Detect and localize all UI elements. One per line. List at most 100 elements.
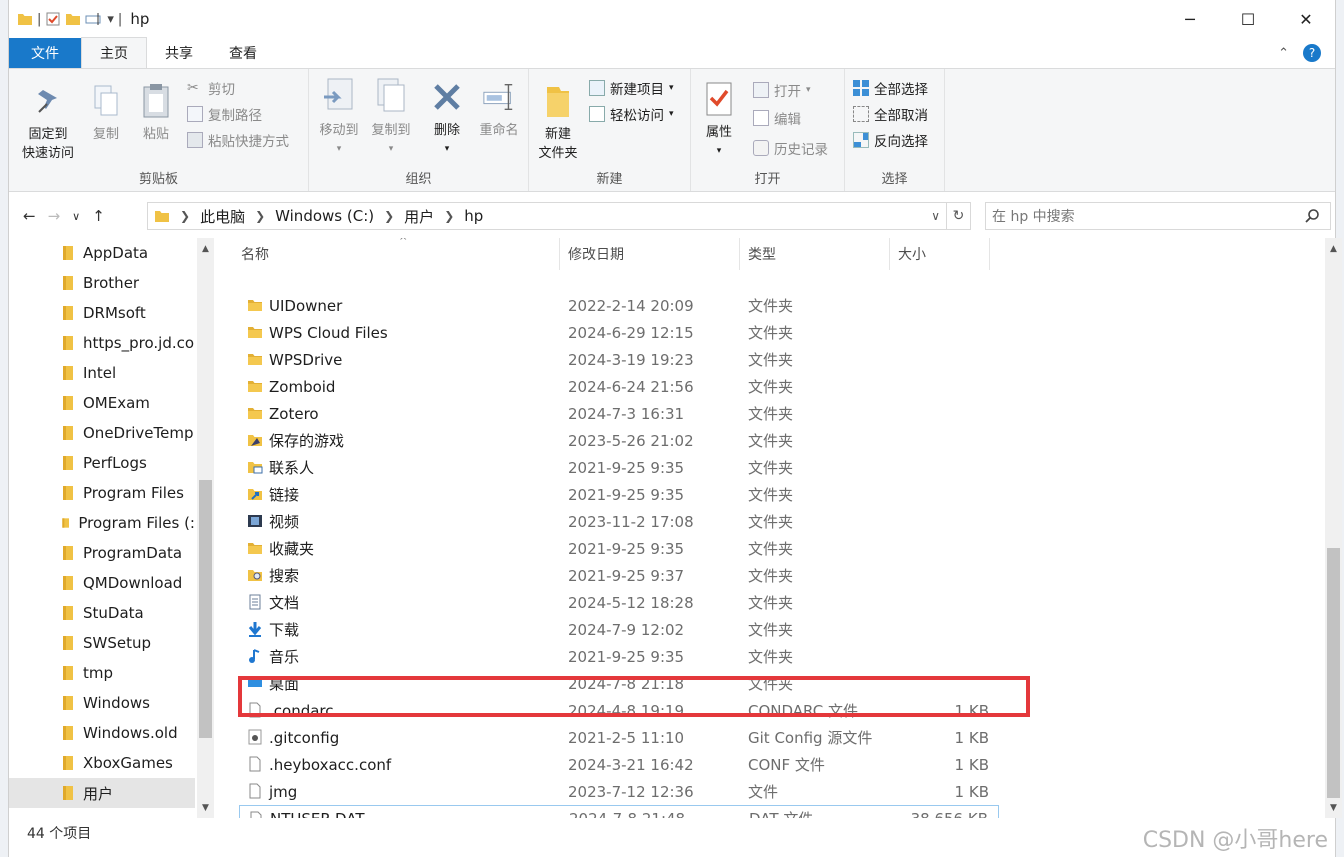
file-row[interactable]: WPS Cloud Files 2024-6-29 12:15 文件夹	[239, 319, 999, 346]
file-row[interactable]: 搜索 2021-9-25 9:37 文件夹	[239, 562, 999, 589]
breadcrumb-this-pc[interactable]: 此电脑	[200, 206, 245, 227]
select-none-button[interactable]: 全部取消	[853, 103, 928, 125]
file-row[interactable]: 联系人 2021-9-25 9:35 文件夹	[239, 454, 999, 481]
scroll-down-icon[interactable]: ▼	[197, 799, 214, 816]
column-divider[interactable]	[559, 238, 560, 270]
file-row[interactable]: 下载 2024-7-9 12:02 文件夹	[239, 616, 999, 643]
copy-to-button[interactable]: 复制到 ▾	[365, 77, 417, 159]
qa-dropdown-icon[interactable]: ▾	[107, 12, 114, 27]
cut-button[interactable]: ✂ 剪切	[187, 77, 235, 99]
move-to-button[interactable]: 移动到 ▾	[313, 77, 365, 159]
tab-file[interactable]: 文件	[9, 38, 81, 68]
breadcrumb-separator[interactable]: ❯	[384, 209, 394, 223]
back-arrow-icon[interactable]: ←	[23, 207, 36, 225]
invert-selection-button[interactable]: 反向选择	[853, 129, 928, 151]
file-row[interactable]: Zotero 2024-7-3 16:31 文件夹	[239, 400, 999, 427]
new-folder-icon[interactable]	[65, 11, 81, 27]
breadcrumb-hp[interactable]: hp	[464, 207, 483, 225]
edit-button[interactable]: 编辑	[753, 107, 801, 129]
scroll-down-icon[interactable]: ▼	[1325, 799, 1342, 816]
refresh-button[interactable]: ↻	[947, 202, 971, 230]
properties-button[interactable]: 属性 ▾	[697, 79, 741, 161]
column-divider[interactable]	[739, 238, 740, 270]
nav-pane-scrollbar[interactable]: ▲ ▼	[197, 238, 214, 818]
nav-item[interactable]: OneDriveTemp	[9, 418, 195, 448]
nav-item[interactable]: Intel	[9, 358, 195, 388]
recent-dropdown-icon[interactable]: ∨	[72, 210, 80, 223]
file-row[interactable]: jmg 2023-7-12 12:36 文件 1 KB	[239, 778, 999, 805]
scroll-up-icon[interactable]: ▲	[1325, 240, 1342, 257]
rename-button[interactable]: 重命名	[473, 77, 525, 140]
file-row[interactable]: 链接 2021-9-25 9:35 文件夹	[239, 481, 999, 508]
history-button[interactable]: 历史记录	[753, 137, 828, 159]
address-dropdown-icon[interactable]: ∨	[931, 209, 940, 223]
scroll-up-icon[interactable]: ▲	[197, 240, 214, 257]
file-row[interactable]: 保存的游戏 2023-5-26 21:02 文件夹	[239, 427, 999, 454]
nav-scroll-thumb[interactable]	[199, 480, 212, 738]
new-item-button[interactable]: 新建项目 ▾	[589, 77, 674, 99]
file-row[interactable]: 音乐 2021-9-25 9:35 文件夹	[239, 643, 999, 670]
file-scroll-thumb[interactable]	[1327, 548, 1340, 798]
file-list-scrollbar[interactable]: ▲ ▼	[1325, 238, 1342, 818]
file-row[interactable]: .heyboxacc.conf 2024-3-21 16:42 CONF 文件 1 K…	[239, 751, 999, 778]
tab-share[interactable]: 共享	[147, 38, 211, 68]
pin-quick-access-button[interactable]: 固定到 快速访问	[17, 81, 79, 163]
file-row[interactable]: UIDowner 2022-2-14 20:09 文件夹	[239, 292, 999, 319]
select-all-button[interactable]: 全部选择	[853, 77, 928, 99]
new-folder-button[interactable]: 新建 文件夹	[533, 81, 583, 163]
copy-path-button[interactable]: 复制路径	[187, 103, 262, 125]
paste-button[interactable]: 粘贴	[133, 81, 179, 144]
file-row[interactable]: .gitconfig 2021-2-5 11:10 Git Config 源文件 1 …	[239, 724, 999, 751]
file-row[interactable]: Zomboid 2024-6-24 21:56 文件夹	[239, 373, 999, 400]
nav-item[interactable]: Brother	[9, 268, 195, 298]
column-divider[interactable]	[889, 238, 890, 270]
nav-item[interactable]: PerfLogs	[9, 448, 195, 478]
file-row[interactable]: 文档 2024-5-12 18:28 文件夹	[239, 589, 999, 616]
up-arrow-icon[interactable]: ↑	[92, 207, 105, 225]
file-row[interactable]: WPSDrive 2024-3-19 19:23 文件夹	[239, 346, 999, 373]
nav-item[interactable]: https_pro.jd.co	[9, 328, 195, 358]
breadcrumb-separator[interactable]: ❯	[444, 209, 454, 223]
delete-button[interactable]: 删除 ▾	[425, 77, 469, 159]
column-divider[interactable]	[989, 238, 990, 270]
copy-button[interactable]: 复制	[83, 81, 129, 144]
column-header-type[interactable]: 类型	[748, 238, 776, 270]
properties-check-icon[interactable]	[45, 11, 61, 27]
nav-item[interactable]: XboxGames	[9, 748, 195, 778]
breadcrumb-users[interactable]: 用户	[404, 206, 434, 227]
file-row[interactable]: 收藏夹 2021-9-25 9:35 文件夹	[239, 535, 999, 562]
paste-shortcut-button[interactable]: 粘贴快捷方式	[187, 129, 289, 151]
column-header-name[interactable]: 名称	[241, 238, 269, 270]
column-header-date[interactable]: 修改日期	[568, 238, 624, 270]
nav-item[interactable]: 用户	[9, 778, 195, 808]
minimize-button[interactable]: ─	[1161, 0, 1219, 38]
nav-item[interactable]: StuData	[9, 598, 195, 628]
close-button[interactable]: ✕	[1277, 0, 1335, 38]
breadcrumb-separator[interactable]: ❯	[180, 209, 190, 223]
nav-item[interactable]: tmp	[9, 658, 195, 688]
nav-item[interactable]: SWSetup	[9, 628, 195, 658]
nav-item[interactable]: OMExam	[9, 388, 195, 418]
breadcrumb-separator[interactable]: ❯	[255, 209, 265, 223]
tab-home[interactable]: 主页	[81, 37, 147, 68]
nav-item[interactable]: Program Files (:	[9, 508, 195, 538]
nav-item[interactable]: Program Files	[9, 478, 195, 508]
nav-item[interactable]: ProgramData	[9, 538, 195, 568]
tab-view[interactable]: 查看	[211, 38, 275, 68]
nav-item[interactable]: QMDownload	[9, 568, 195, 598]
rename-icon[interactable]	[85, 11, 103, 27]
breadcrumb-drive[interactable]: Windows (C:)	[275, 207, 374, 225]
nav-item[interactable]: AppData	[9, 238, 195, 268]
forward-arrow-icon[interactable]: →	[48, 207, 61, 225]
nav-item[interactable]: Windows.old	[9, 718, 195, 748]
column-header-size[interactable]: 大小	[898, 238, 926, 270]
help-icon[interactable]: ?	[1303, 44, 1321, 62]
collapse-ribbon-icon[interactable]: ⌃	[1278, 46, 1289, 61]
nav-item[interactable]: DRMsoft	[9, 298, 195, 328]
easy-access-button[interactable]: 轻松访问 ▾	[589, 103, 674, 125]
file-row[interactable]: 视频 2023-11-2 17:08 文件夹	[239, 508, 999, 535]
address-path[interactable]: ❯ 此电脑 ❯ Windows (C:) ❯ 用户 ❯ hp ∨	[147, 202, 947, 230]
file-row[interactable]: NTUSER.DAT 2024-7-8 21:48 DAT 文件 38,656 KB	[239, 805, 999, 818]
open-button[interactable]: 打开 ▾	[753, 79, 811, 101]
search-box[interactable]: 在 hp 中搜索	[985, 202, 1331, 230]
